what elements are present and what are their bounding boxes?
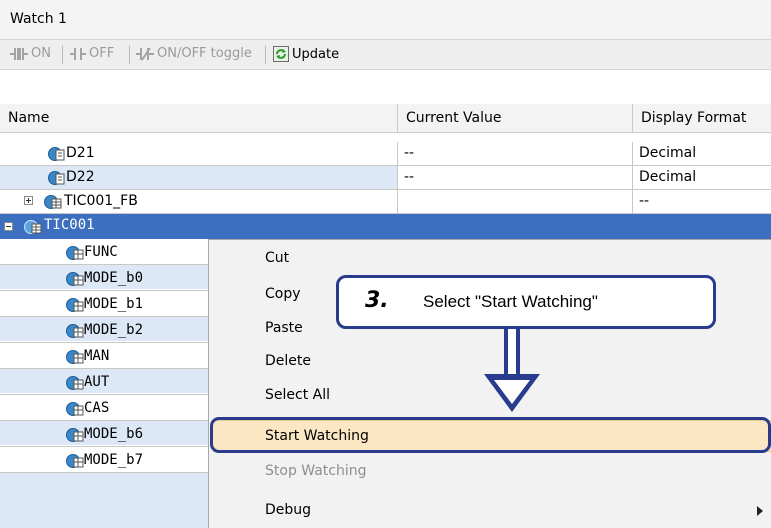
row-display-format: -- <box>639 193 650 209</box>
device-icon <box>48 147 65 161</box>
menu-item-debug-label: Debug <box>265 502 312 518</box>
row-name: MODE_b1 <box>84 296 144 312</box>
toolbar-separator <box>62 46 63 64</box>
on-button[interactable]: ON <box>10 46 51 61</box>
toolbar-separator <box>129 46 130 64</box>
table-row[interactable]: MODE_b6 <box>0 421 208 447</box>
menu-item-cut[interactable]: Cut <box>265 250 289 266</box>
label-icon <box>66 454 84 468</box>
column-header-current-value-label: Current Value <box>406 110 502 126</box>
row-name: D22 <box>66 169 95 185</box>
table-row <box>0 473 208 528</box>
row-name: MAN <box>84 348 110 364</box>
on-off-toggle-label: ON/OFF toggle <box>157 46 252 61</box>
row-name: MODE_b7 <box>84 452 144 468</box>
table-row[interactable]: FUNC <box>0 239 208 265</box>
label-icon <box>66 246 84 260</box>
label-struct-icon <box>24 220 42 234</box>
toolbar-separator <box>265 46 266 64</box>
menu-item-paste-label: Paste <box>265 320 303 336</box>
row-name: TIC001_FB <box>64 193 138 209</box>
toolbar: ON OFF ON/OFF toggle Update <box>0 40 771 70</box>
table-row[interactable]: MODE_b0 <box>0 265 208 291</box>
table-row[interactable]: CAS <box>0 395 208 421</box>
arrow-down-icon <box>484 328 540 412</box>
row-name: FUNC <box>84 244 118 260</box>
label-icon <box>66 350 84 364</box>
row-name: CAS <box>84 400 110 416</box>
label-icon <box>66 428 84 442</box>
menu-item-select-all-label: Select All <box>265 387 330 403</box>
menu-item-stop-watching: Stop Watching <box>265 463 367 479</box>
contact-off-icon <box>70 47 86 60</box>
window-titlebar: Watch 1 <box>0 0 771 40</box>
label-icon <box>66 402 84 416</box>
menu-item-delete[interactable]: Delete <box>265 353 311 369</box>
table-row[interactable]: D21 -- Decimal <box>0 142 771 166</box>
label-struct-icon <box>44 195 62 209</box>
off-label: OFF <box>89 46 115 61</box>
row-display-format: Decimal <box>639 145 697 161</box>
table-row[interactable]: MODE_b2 <box>0 317 208 343</box>
menu-item-select-all[interactable]: Select All <box>265 387 330 403</box>
on-off-toggle-button[interactable]: ON/OFF toggle <box>136 46 252 61</box>
menu-item-debug[interactable]: Debug <box>265 502 311 518</box>
window-title: Watch 1 <box>10 11 67 27</box>
row-name: AUT <box>84 374 110 390</box>
table-row[interactable]: MODE_b7 <box>0 447 208 473</box>
start-watching-outline <box>210 417 771 453</box>
collapse-icon[interactable] <box>4 222 13 231</box>
table-row[interactable]: D22 -- Decimal <box>0 166 771 190</box>
table-row[interactable]: TIC001_FB -- <box>0 190 771 214</box>
label-icon <box>66 298 84 312</box>
off-button[interactable]: OFF <box>70 46 114 61</box>
row-current-value: -- <box>404 169 415 185</box>
label-icon <box>66 376 84 390</box>
row-name: MODE_b0 <box>84 270 144 286</box>
toggle-contact-icon <box>136 46 154 61</box>
column-header-display-format-label: Display Format <box>641 110 747 126</box>
device-icon <box>48 171 65 185</box>
on-label: ON <box>31 46 51 61</box>
submenu-arrow-icon <box>757 506 763 516</box>
label-icon <box>66 324 84 338</box>
table-row[interactable]: MAN <box>0 343 208 369</box>
callout-step-number: 3. <box>365 288 389 313</box>
menu-item-paste[interactable]: Paste <box>265 320 303 336</box>
table-row[interactable]: MODE_b1 <box>0 291 208 317</box>
row-name: TIC001 <box>44 217 95 233</box>
menu-item-copy[interactable]: Copy <box>265 286 301 302</box>
table-row[interactable]: AUT <box>0 369 208 395</box>
row-name: MODE_b2 <box>84 322 144 338</box>
label-icon <box>66 272 84 286</box>
column-header-current-value[interactable]: Current Value <box>398 104 633 133</box>
row-display-format: Decimal <box>639 169 697 185</box>
instruction-callout: 3. Select "Start Watching" <box>336 275 716 329</box>
menu-item-copy-label: Copy <box>265 286 301 302</box>
menu-item-delete-label: Delete <box>265 353 311 369</box>
row-name: MODE_b6 <box>84 426 144 442</box>
column-header-display-format[interactable]: Display Format <box>633 104 771 133</box>
callout-text: Select "Start Watching" <box>423 292 598 311</box>
menu-item-cut-label: Cut <box>265 250 290 266</box>
update-button[interactable]: Update <box>273 46 339 62</box>
column-header-name-label: Name <box>8 110 50 126</box>
table-row-selected[interactable]: TIC001 <box>0 214 771 239</box>
refresh-icon <box>273 46 289 62</box>
expand-icon[interactable] <box>24 196 33 205</box>
update-label: Update <box>292 46 340 62</box>
row-current-value: -- <box>404 145 415 161</box>
contact-on-icon <box>10 47 28 60</box>
menu-item-stop-watching-label: Stop Watching <box>265 463 367 479</box>
row-name: D21 <box>66 145 95 161</box>
column-header-name[interactable]: Name <box>0 104 398 133</box>
